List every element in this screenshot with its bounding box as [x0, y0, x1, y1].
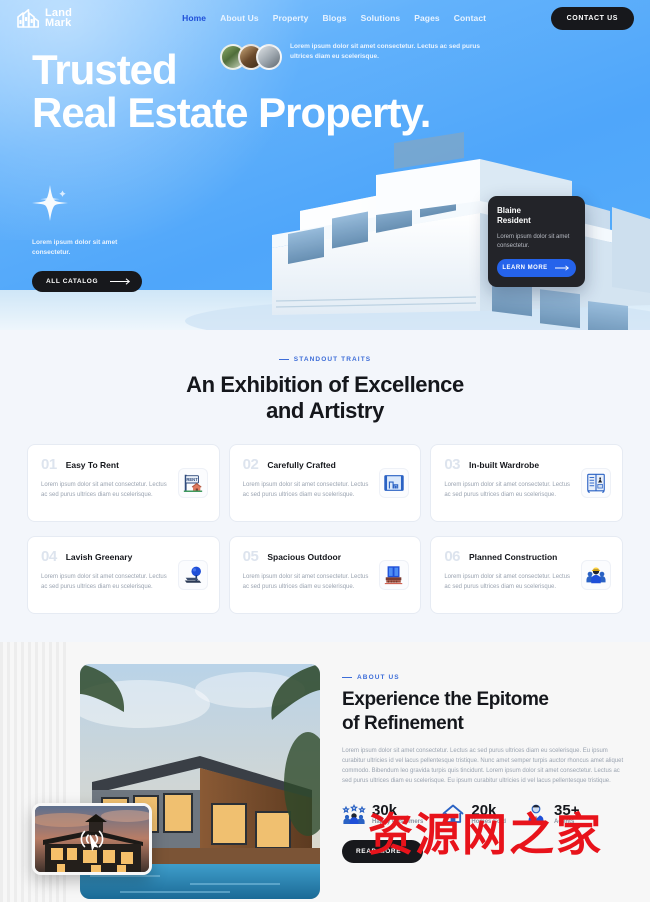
hero-inline-callout: Lorem ipsum dolor sit amet consectetur. … [220, 42, 480, 70]
feature-card[interactable]: 05 Spacious Outdoor Lorem ipsum dolor si… [228, 536, 422, 614]
building-icon [17, 9, 39, 28]
logo[interactable]: Land Mark [16, 7, 72, 29]
features-grid: 01 Easy To Rent Lorem ipsum dolor sit am… [27, 444, 623, 614]
read-more-button[interactable]: READ MORE [342, 840, 424, 863]
feature-card[interactable]: 04 Lavish Greenary Lorem ipsum dolor sit… [27, 536, 220, 614]
feature-title: Spacious Outdoor [267, 552, 342, 562]
features-heading-line-1: An Exhibition of Excellence [186, 372, 464, 397]
rent-sign-icon: RENT [177, 468, 208, 498]
nav-link-home[interactable]: Home [182, 13, 206, 23]
features-eyebrow-label: STANDOUT TRAITS [293, 356, 372, 363]
feature-title: Carefully Crafted [267, 460, 336, 470]
feature-description: Lorem ipsum dolor sit amet consectetur. … [444, 482, 571, 498]
logo-line-2: Mark [45, 17, 72, 29]
about-heading-line-2: of Refinement [342, 713, 464, 734]
stat-item: 20k Homes Sold [441, 802, 506, 826]
feature-title: Easy To Rent [65, 460, 119, 470]
feature-card[interactable]: 01 Easy To Rent Lorem ipsum dolor sit am… [27, 444, 220, 522]
stat-label: Homes Sold [471, 819, 507, 825]
customers-icon [342, 803, 366, 824]
stat-value: 35+ [554, 802, 580, 819]
stat-item: 35+ Agents [524, 802, 580, 826]
learn-more-label: LEARN MORE [502, 265, 548, 271]
hero-promo-text: Lorem ipsum dolor sit amet consectetur. [32, 239, 118, 256]
feature-number: 05 [242, 548, 259, 565]
arrow-right-icon [554, 265, 569, 271]
feature-card[interactable]: 02 Carefully Crafted Lorem ipsum dolor s… [228, 444, 422, 522]
hero-promo: Lorem ipsum dolor sit amet consectetur. … [32, 185, 147, 292]
construction-workers-icon [581, 560, 611, 590]
agent-icon [528, 804, 544, 823]
sparkle-icon [32, 185, 68, 221]
about-heading-line-1: Experience the Epitome [342, 689, 549, 710]
wardrobe-icon [581, 468, 611, 498]
nav-link-blogs[interactable]: Blogs [322, 13, 346, 23]
all-catalog-label: ALL CATALOG [46, 278, 99, 285]
feature-number: 04 [41, 548, 57, 565]
hero-section: Land Mark Home About Us Property Blogs S… [0, 0, 650, 330]
stat-label: Agents [554, 819, 575, 825]
feature-description: Lorem ipsum dolor sit amet consectetur. … [41, 482, 167, 498]
agent-card-text: Lorem ipsum dolor sit amet consectetur. [497, 234, 570, 249]
feature-number: 03 [444, 456, 461, 473]
feature-title: Lavish Greenary [65, 552, 133, 562]
feature-card[interactable]: 06 Planned Construction Lorem ipsum dolo… [430, 536, 623, 614]
avatar [256, 44, 282, 70]
video-thumbnail-card[interactable] [32, 803, 152, 875]
eyebrow-dash [342, 677, 352, 678]
nav-link-contact[interactable]: Contact [454, 13, 486, 23]
about-eyebrow-label: ABOUT US [357, 674, 400, 681]
feature-description: Lorem ipsum dolor sit amet consectetur. … [242, 574, 369, 590]
feature-number: 02 [242, 456, 259, 473]
nav-link-about-us[interactable]: About Us [220, 13, 259, 23]
avatar-group [220, 42, 282, 70]
about-copy: ABOUT US Experience the Epitome of Refin… [342, 664, 630, 899]
feature-number: 01 [41, 456, 57, 473]
arrow-right-icon [110, 278, 131, 285]
stat-label: Happy Customers [372, 819, 424, 825]
feature-description: Lorem ipsum dolor sit amet consectetur. … [444, 574, 571, 590]
features-heading: An Exhibition of Excellence and Artistry [0, 372, 650, 424]
feature-description: Lorem ipsum dolor sit amet consectetur. … [41, 574, 167, 590]
stat-value: 30k [372, 802, 398, 819]
nav-link-pages[interactable]: Pages [414, 13, 440, 23]
main-navigation: Land Mark Home About Us Property Blogs S… [0, 0, 650, 36]
svg-text:RENT: RENT [186, 477, 198, 482]
logo-text: Land Mark [45, 8, 72, 29]
features-section: STANDOUT TRAITS An Exhibition of Excelle… [0, 330, 650, 642]
contact-us-button[interactable]: CONTACT US [550, 6, 634, 30]
about-paragraph: Lorem ipsum dolor sit amet consectetur. … [342, 748, 624, 784]
stat-item: 30k Happy Customers [342, 802, 423, 826]
feature-title: Planned Construction [469, 552, 558, 562]
feature-title: In-built Wardrobe [469, 460, 540, 470]
hero-headline-line-1: Trusted [32, 46, 178, 93]
read-more-label: READ MORE [356, 848, 402, 855]
home-icon [442, 804, 464, 823]
all-catalog-button[interactable]: ALL CATALOG [32, 271, 143, 292]
about-stats: 30k Happy Customers 20k Homes Sold 35+ A… [342, 802, 630, 826]
eyebrow-dash [278, 359, 289, 360]
features-heading-line-2: and Artistry [266, 398, 384, 423]
feature-card[interactable]: 03 In-built Wardrobe Lorem ipsum dolor s… [430, 444, 623, 522]
nav-link-solutions[interactable]: Solutions [361, 13, 401, 23]
feature-description: Lorem ipsum dolor sit amet consectetur. … [242, 482, 369, 498]
hero-inline-text: Lorem ipsum dolor sit amet consectetur. … [290, 43, 480, 60]
about-section: ABOUT US Experience the Epitome of Refin… [0, 642, 650, 902]
stat-value: 20k [471, 802, 497, 819]
balcony-icon [379, 560, 410, 590]
feature-number: 06 [444, 548, 461, 565]
about-eyebrow: ABOUT US [342, 674, 630, 681]
features-eyebrow: STANDOUT TRAITS [0, 356, 650, 363]
nav-links: Home About Us Property Blogs Solutions P… [182, 13, 486, 23]
agent-card[interactable]: Blaine Resident Lorem ipsum dolor sit am… [488, 196, 585, 287]
tree-icon [177, 560, 208, 590]
nav-link-property[interactable]: Property [273, 13, 309, 23]
signal-cursor-icon [80, 830, 104, 852]
learn-more-button[interactable]: LEARN MORE [497, 259, 576, 277]
about-heading: Experience the Epitome of Refinement [342, 688, 630, 736]
agent-name-line-1: Blaine [497, 206, 522, 215]
blueprint-icon [379, 468, 410, 498]
hero-headline-line-2: Real Estate Property. [32, 89, 431, 136]
agent-name-line-2: Resident [497, 216, 531, 225]
